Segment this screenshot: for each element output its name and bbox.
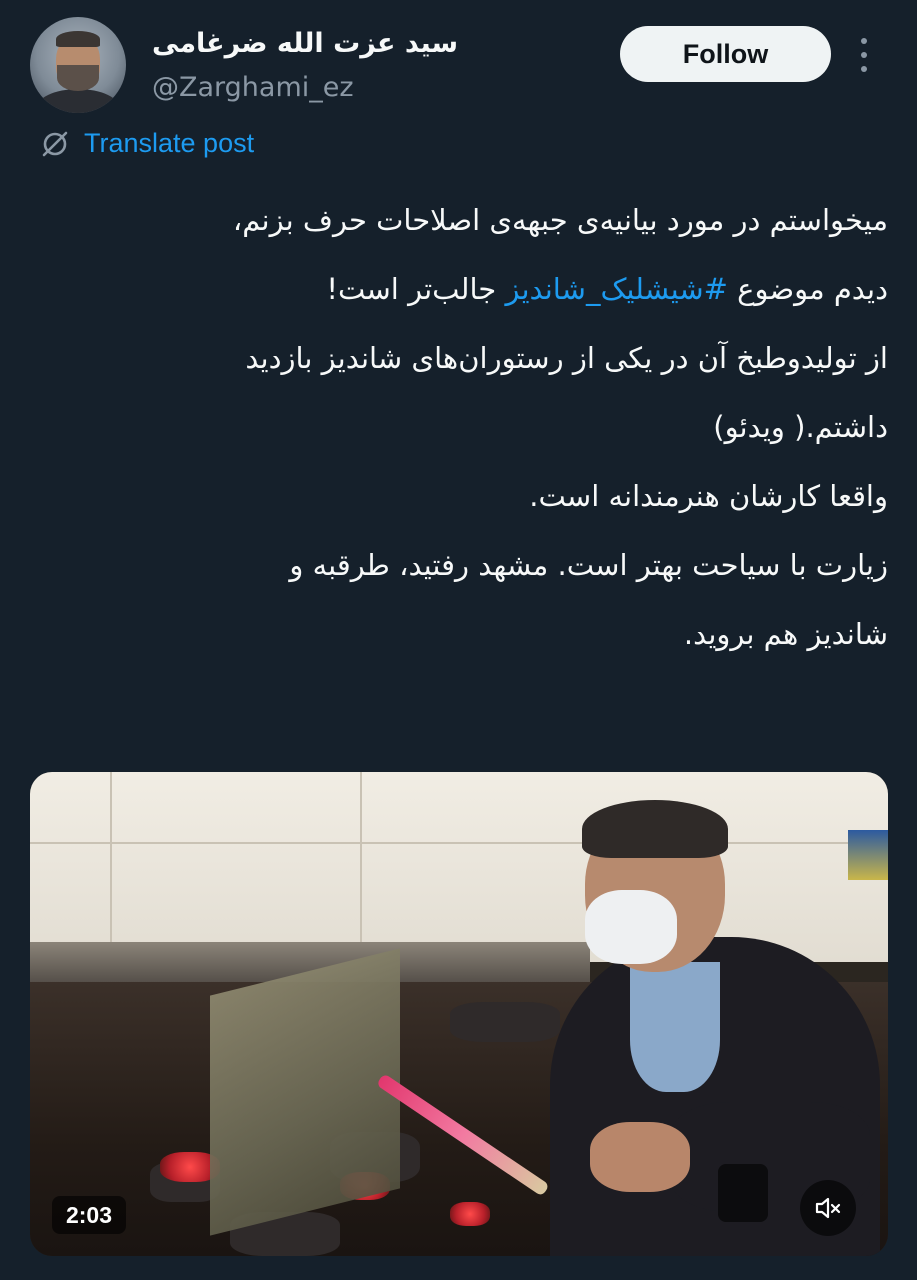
tweet-line-6: زیارت با سیاحت بهتر است. مشهد رفتید، طرق… <box>289 548 888 582</box>
translate-slash-icon <box>42 131 68 156</box>
tweet-line-2-end: جالب‌تر است! <box>326 272 506 306</box>
video-person-wristband <box>718 1164 768 1222</box>
more-vertical-icon[interactable] <box>858 38 870 72</box>
video-player[interactable] <box>30 772 888 1256</box>
tile-line <box>360 772 362 962</box>
video-person-hair <box>582 800 728 858</box>
tweet-line-7: شاندیز هم بروید. <box>683 617 888 651</box>
tweet-line-3: از تولیدوطبخ آن در یکی از رستوران‌های شا… <box>245 341 888 375</box>
avatar-hair <box>56 31 100 47</box>
avatar-suit <box>36 89 120 113</box>
avatar-beard <box>57 65 99 91</box>
video-person-hand <box>590 1122 690 1192</box>
tweet-text: میخواستم در مورد بیانیه‌ی جبهه‌ی اصلاحات… <box>36 186 888 669</box>
video-person-shirt <box>630 962 720 1092</box>
author-handle[interactable]: @Zarghami_ez <box>152 72 354 103</box>
more-dot <box>861 52 867 58</box>
translate-post-label: Translate post <box>84 128 255 158</box>
hashtag-link[interactable]: #شیشلیک_شاندیز <box>505 272 728 306</box>
author-display-name[interactable]: سید عزت الله ضرغامی <box>152 28 458 59</box>
tweet-line-4: داشتم.( ویدئو) <box>713 410 888 444</box>
tweet-line-5: واقعا کارشان هنرمندانه است. <box>529 479 888 513</box>
video-fan <box>210 948 400 1236</box>
translate-post-link[interactable]: Translate post <box>40 128 254 159</box>
video-shelf-item <box>848 830 888 880</box>
video-duration-badge: 2:03 <box>52 1196 126 1234</box>
video-ember <box>450 1202 490 1226</box>
video-coal <box>450 1002 560 1042</box>
tile-line <box>110 772 112 962</box>
tweet-line-2-start: دیدم موضوع <box>727 272 888 306</box>
tweet-line-1: میخواستم در مورد بیانیه‌ی جبهه‌ی اصلاحات… <box>232 203 888 237</box>
mute-button[interactable] <box>800 1180 856 1236</box>
avatar[interactable] <box>30 17 126 113</box>
tile-line <box>30 842 888 844</box>
video-person-mask <box>585 890 677 964</box>
follow-button[interactable]: Follow <box>620 26 831 82</box>
video-wall <box>30 772 888 962</box>
volume-muted-icon <box>815 1197 841 1219</box>
more-dot <box>861 66 867 72</box>
tweet-line-2: دیدم موضوع #شیشلیک_شاندیز جالب‌تر است! <box>36 255 888 324</box>
more-dot <box>861 38 867 44</box>
